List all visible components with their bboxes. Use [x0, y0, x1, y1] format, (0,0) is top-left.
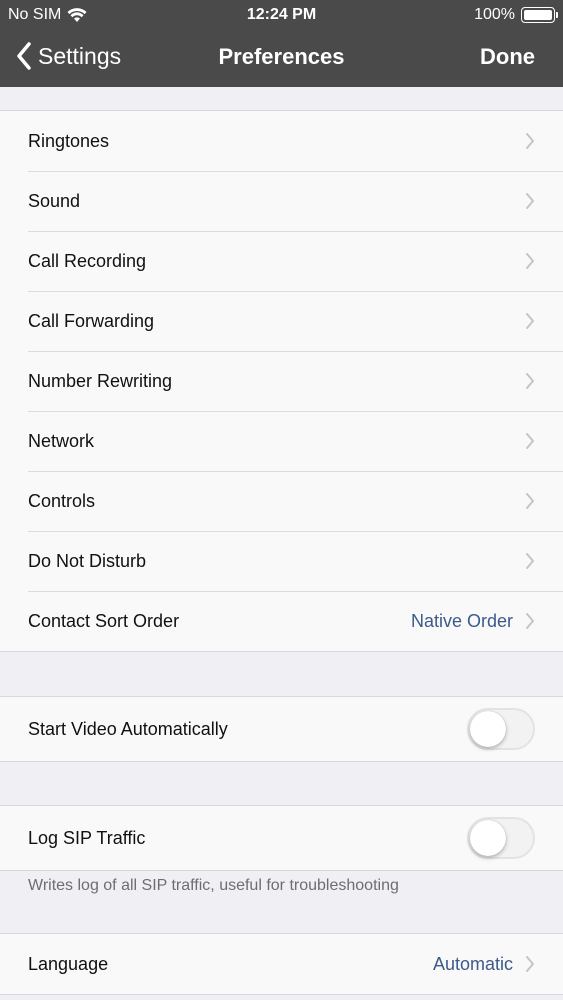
row-do-not-disturb[interactable]: Do Not Disturb [0, 531, 563, 591]
chevron-right-icon [526, 553, 534, 569]
sip-footnote: Writes log of all SIP traffic, useful fo… [28, 877, 399, 894]
row-number-rewriting[interactable]: Number Rewriting [0, 351, 563, 411]
row-start-video: Start Video Automatically [0, 697, 563, 761]
status-bar: No SIM 12:24 PM 100% [0, 0, 563, 30]
row-label: Controls [28, 490, 96, 511]
start-video-toggle[interactable] [467, 708, 535, 750]
chevron-right-icon [526, 433, 534, 449]
chevron-right-icon [526, 493, 534, 509]
row-controls[interactable]: Controls [0, 471, 563, 531]
row-label: Call Forwarding [28, 310, 155, 331]
row-network[interactable]: Network [0, 411, 563, 471]
row-call-forwarding[interactable]: Call Forwarding [0, 291, 563, 351]
log-sip-toggle[interactable] [467, 817, 535, 859]
battery-status: 100% [474, 6, 558, 24]
row-label: Ringtones [28, 130, 110, 151]
chevron-right-icon [526, 253, 534, 269]
row-ringtones[interactable]: Ringtones [0, 111, 563, 171]
chevron-right-icon [526, 193, 534, 209]
row-call-recording[interactable]: Call Recording [0, 231, 563, 291]
row-label: Call Recording [28, 250, 147, 271]
navigation-bar: Settings Preferences Done [0, 30, 563, 87]
row-label: Language [28, 953, 109, 974]
row-label: Contact Sort Order [28, 610, 180, 631]
row-label: Start Video Automatically [28, 718, 228, 739]
top-bar: No SIM 12:24 PM 100% Settings Preference… [0, 0, 563, 87]
toggle-knob [470, 820, 506, 856]
row-label: Number Rewriting [28, 370, 173, 391]
row-log-sip-traffic: Log SIP Traffic [0, 806, 563, 870]
battery-percent: 100% [474, 6, 515, 23]
chevron-right-icon [526, 313, 534, 329]
row-label: Do Not Disturb [28, 550, 147, 571]
sip-group: Log SIP Traffic [0, 805, 563, 871]
row-label: Sound [28, 190, 81, 211]
language-group: Language Automatic [0, 933, 563, 995]
video-group: Start Video Automatically [0, 696, 563, 762]
row-label: Network [28, 430, 95, 451]
row-label: Log SIP Traffic [28, 827, 146, 848]
row-language[interactable]: Language Automatic [0, 934, 563, 994]
toggle-knob [470, 711, 506, 747]
screen: No SIM 12:24 PM 100% Settings Preference… [0, 0, 563, 1000]
chevron-right-icon [526, 373, 534, 389]
done-button[interactable]: Done [480, 44, 535, 70]
preferences-list: Ringtones Sound Call Recording Call Forw… [0, 110, 563, 652]
row-value: Native Order [410, 610, 513, 631]
chevron-right-icon [526, 956, 534, 972]
row-sound[interactable]: Sound [0, 171, 563, 231]
row-contact-sort-order[interactable]: Contact Sort Order Native Order [0, 591, 563, 651]
chevron-right-icon [526, 133, 534, 149]
battery-icon [521, 7, 558, 23]
chevron-right-icon [526, 613, 534, 629]
page-title: Preferences [218, 44, 345, 69]
row-value: Automatic [432, 953, 513, 974]
